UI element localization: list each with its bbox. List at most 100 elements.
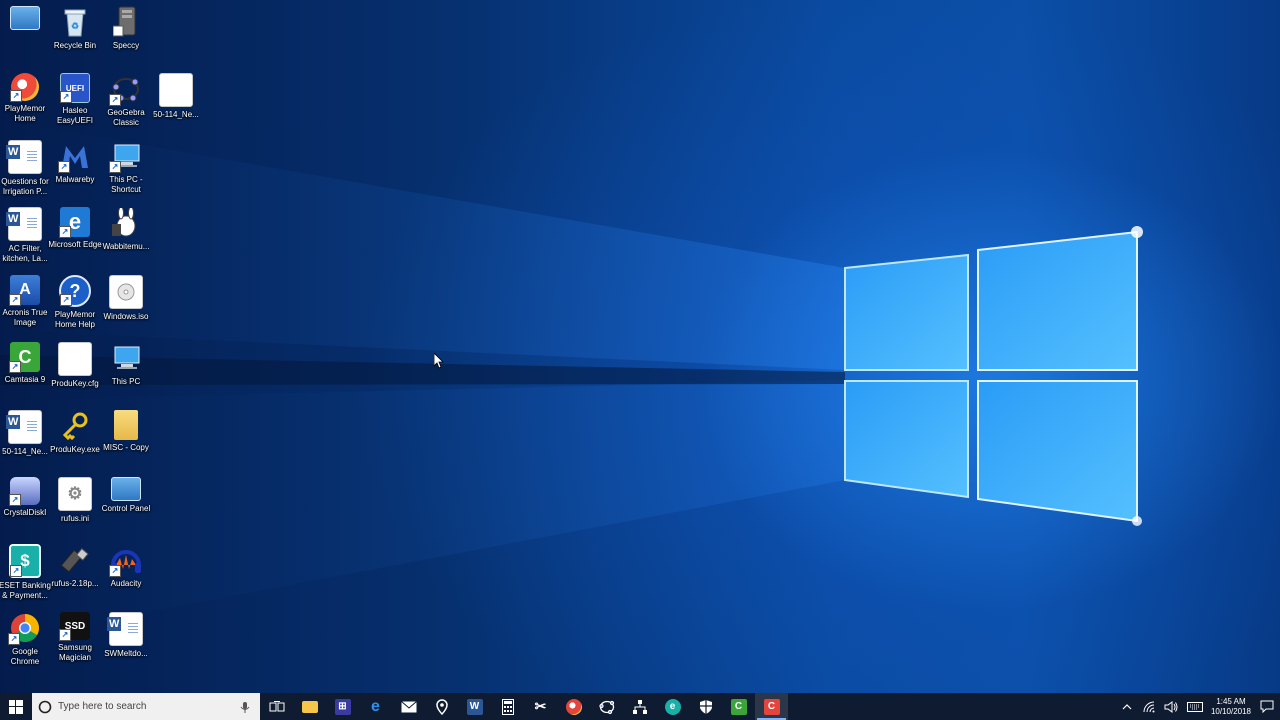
network-tray-button[interactable]: [1138, 693, 1160, 720]
desktop-icon-rufus-ini[interactable]: ⚙ rufus.ini: [50, 477, 100, 524]
taskbar: Type here to search ⊞ e W ✂ e C C 1:45 A…: [0, 693, 1280, 720]
cortana-circle-icon: [38, 700, 52, 713]
taskbar-calculator[interactable]: [491, 693, 524, 720]
calculator-icon: [501, 698, 514, 715]
speccy-icon: [110, 6, 142, 38]
desktop-icon-label: ProduKey.cfg: [51, 379, 99, 388]
settings-file-icon: ⚙: [58, 477, 92, 511]
desktop-icon-speccy[interactable]: Speccy: [101, 6, 151, 51]
desktop-icon-label: This PC - Shortcut: [109, 175, 143, 194]
taskbar-eset[interactable]: e: [656, 693, 689, 720]
desktop-icon-label: CrystalDiskI: [3, 508, 47, 517]
taskbar-camtasia[interactable]: C: [722, 693, 755, 720]
taskbar-camtasia-recorder[interactable]: C: [755, 693, 788, 720]
map-pin-icon: [435, 698, 448, 715]
desktop-icon-windows-iso[interactable]: Windows.iso: [101, 275, 151, 322]
system-tray: 1:45 AM 10/10/2018: [1116, 693, 1280, 720]
network-diagram-icon: [632, 699, 647, 714]
edge-icon: e: [371, 697, 380, 715]
samsung-ssd-icon: SSD ↗: [59, 612, 90, 641]
desktop-icon-this-pc-shortcut[interactable]: ↗ This PC - Shortcut: [101, 140, 151, 195]
word-document-icon: [6, 140, 42, 174]
desktop-icon-label: 50-114_Ne...: [2, 447, 48, 456]
usb-icon: [59, 544, 91, 576]
camtasia-icon: C ↗: [9, 342, 40, 373]
eset-icon: $ ↗: [9, 544, 41, 578]
desktop-icon-produkey-exe[interactable]: ProduKey.exe: [50, 410, 100, 455]
desktop-icon-playmemories-help[interactable]: ? ↗ PlayMemor Home Help: [50, 275, 100, 330]
taskbar-word[interactable]: W: [458, 693, 491, 720]
desktop-icon-geogebra[interactable]: ↗ GeoGebra Classic: [101, 73, 151, 128]
file-icon: [58, 342, 92, 376]
desktop-icon-50-114-doc[interactable]: 50-114_Ne...: [0, 410, 50, 457]
desktop-icon-label: Recycle Bin: [53, 41, 97, 50]
chevron-up-icon: [1122, 703, 1132, 709]
taskbar-playmemories[interactable]: [557, 693, 590, 720]
taskbar-network-tool[interactable]: [623, 693, 656, 720]
desktop-icon-label: Camtasia 9: [4, 375, 46, 384]
desktop-icon-label: AC Filter, kitchen, La...: [2, 244, 48, 263]
taskbar-snipping-tool[interactable]: ✂: [524, 693, 557, 720]
desktop-icon-misc-copy[interactable]: MISC - Copy: [101, 410, 151, 453]
taskbar-task-view[interactable]: [260, 693, 293, 720]
desktop-icon-label: PlayMemor Home: [4, 104, 46, 123]
taskbar-search-box[interactable]: Type here to search: [32, 693, 260, 720]
taskbar-maps[interactable]: [425, 693, 458, 720]
desktop-icon-easyuefi[interactable]: UEFI ↗ Hasleo EasyUEFI: [50, 73, 100, 126]
touch-keyboard-button[interactable]: [1182, 693, 1208, 720]
desktop-icon-crystaldisk[interactable]: ↗ CrystalDiskI: [0, 477, 50, 518]
scissors-icon: ✂: [534, 698, 547, 714]
start-button[interactable]: [0, 693, 32, 720]
desktop-icon-playmemories[interactable]: ↗ PlayMemor Home: [0, 73, 50, 124]
desktop-icon-malwarebytes[interactable]: ↗ Malwareby: [50, 140, 100, 185]
key-icon: [59, 410, 91, 442]
taskbar-store[interactable]: ⊞: [326, 693, 359, 720]
recycle-bin-icon: ♻: [59, 6, 91, 38]
disc-image-icon: [109, 275, 143, 309]
desktop-icon-control-panel[interactable]: Control Panel: [101, 477, 151, 514]
desktop-icon-pdf-document[interactable]: pdf 50-114_Ne...: [151, 73, 201, 120]
desktop-icon-label: rufus.ini: [60, 514, 89, 523]
taskbar-security[interactable]: [689, 693, 722, 720]
keyboard-icon: [1187, 701, 1203, 712]
desktop-icon-this-pc[interactable]: This PC: [101, 342, 151, 387]
microphone-icon[interactable]: [238, 700, 252, 714]
desktop-icon-camtasia[interactable]: C ↗ Camtasia 9: [0, 342, 50, 385]
taskbar-geogebra[interactable]: [590, 693, 623, 720]
svg-text:♻: ♻: [71, 21, 79, 31]
desktop-icon-ac-filter-doc[interactable]: AC Filter, kitchen, La...: [0, 207, 50, 264]
store-icon: ⊞: [334, 698, 351, 715]
task-view-icon: [269, 700, 284, 711]
desktop-icon-control-panel-top[interactable]: [0, 6, 50, 33]
desktop-icon-recycle-bin[interactable]: ♻ Recycle Bin: [50, 6, 100, 51]
desktop-icon-questions-doc[interactable]: Questions for Irrigation P...: [0, 140, 50, 197]
desktop-icon-microsoft-edge[interactable]: e ↗ Microsoft Edge: [48, 207, 102, 250]
taskbar-edge[interactable]: e: [359, 693, 392, 720]
search-placeholder: Type here to search: [58, 701, 147, 712]
desktop-icon-wabbitemu[interactable]: Wabbitemu...: [101, 207, 151, 252]
desktop-icon-produkey-cfg[interactable]: ProduKey.cfg: [50, 342, 100, 389]
action-center-button[interactable]: [1254, 693, 1280, 720]
malwarebytes-icon: ↗: [58, 140, 91, 173]
desktop-icon-google-chrome[interactable]: ↗ Google Chrome: [0, 612, 50, 667]
eset-icon: e: [664, 698, 681, 715]
this-pc-icon: [110, 342, 142, 374]
desktop-icon-audacity[interactable]: ↗ Audacity: [101, 544, 151, 589]
word-document-icon: [6, 410, 42, 444]
taskbar-mail[interactable]: [392, 693, 425, 720]
playmemories-icon: [565, 698, 582, 715]
taskbar-file-explorer[interactable]: [293, 693, 326, 720]
desktop-icon-eset-banking[interactable]: $ ↗ ESET Banking & Payment...: [0, 544, 51, 601]
volume-tray-button[interactable]: [1160, 693, 1182, 720]
desktop-icon-label: GeoGebra Classic: [107, 108, 145, 127]
desktop-icon-label: rufus-2.18p...: [51, 579, 99, 588]
desktop-icon-samsung-magician[interactable]: SSD ↗ Samsung Magician: [50, 612, 100, 663]
folder-icon: [301, 700, 318, 713]
desktop-icon-label: MISC - Copy: [103, 443, 149, 452]
show-hidden-icons-button[interactable]: [1116, 693, 1138, 720]
folder-icon: [114, 410, 138, 440]
desktop-icon-rufus-exe[interactable]: rufus-2.18p...: [50, 544, 100, 589]
taskbar-clock[interactable]: 1:45 AM 10/10/2018: [1208, 697, 1254, 717]
desktop-icon-swmeltdown-doc[interactable]: SWMeltdo...: [101, 612, 151, 659]
desktop-icon-acronis[interactable]: A ↗ Acronis True Image: [0, 275, 50, 328]
